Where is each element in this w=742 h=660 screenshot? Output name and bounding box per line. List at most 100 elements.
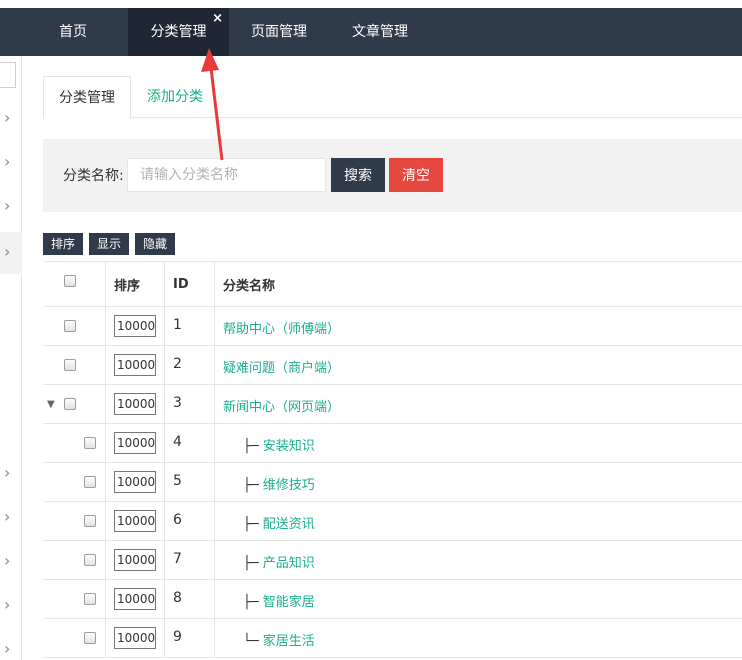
- column-divider: [214, 580, 215, 618]
- category-name-link[interactable]: ├─ 智能家居: [243, 591, 315, 610]
- category-name[interactable]: 帮助中心（师傅端）: [223, 322, 340, 337]
- row-checkbox[interactable]: [84, 515, 96, 527]
- table-row: ▼ 10000 3 新闻中心（网页端）: [43, 385, 742, 424]
- sub-tab-add-category[interactable]: 添加分类: [135, 76, 215, 118]
- column-divider: [105, 424, 106, 462]
- chevron-right-icon[interactable]: ›: [4, 242, 16, 262]
- nav-tab-page-manage[interactable]: 页面管理: [239, 8, 319, 56]
- sort-order-input[interactable]: 10000: [114, 471, 156, 493]
- row-checkbox[interactable]: [84, 593, 96, 605]
- sort-order-input[interactable]: 10000: [114, 432, 156, 454]
- sub-tab-category-manage[interactable]: 分类管理: [43, 76, 131, 119]
- column-divider: [164, 262, 165, 306]
- chevron-right-icon[interactable]: ›: [4, 639, 16, 659]
- category-name[interactable]: 维修技巧: [263, 478, 315, 493]
- table-header-row: 排序 ID 分类名称: [43, 262, 742, 307]
- nav-tab-article-manage[interactable]: 文章管理: [340, 8, 420, 56]
- column-divider: [214, 541, 215, 579]
- nav-tab-label: 分类管理: [150, 24, 207, 40]
- row-checkbox[interactable]: [64, 320, 76, 332]
- nav-tab-category-manage[interactable]: 分类管理 ×: [128, 8, 229, 56]
- chevron-right-icon[interactable]: ›: [4, 507, 16, 527]
- column-divider: [164, 502, 165, 540]
- column-divider: [105, 580, 106, 618]
- category-name[interactable]: 安装知识: [263, 439, 315, 454]
- sidebar-toggle[interactable]: [0, 62, 16, 88]
- search-button[interactable]: 搜索: [331, 158, 385, 192]
- category-name-link[interactable]: 帮助中心（师傅端）: [223, 318, 340, 337]
- category-name[interactable]: 新闻中心（网页端）: [223, 400, 340, 415]
- category-name-link[interactable]: ├─ 配送资讯: [243, 513, 315, 532]
- column-divider: [105, 541, 106, 579]
- row-id: 8: [173, 590, 182, 606]
- sort-order-input[interactable]: 10000: [114, 549, 156, 571]
- row-id: 9: [173, 629, 182, 645]
- row-id: 1: [173, 317, 182, 333]
- column-divider: [105, 346, 106, 384]
- search-input[interactable]: [127, 158, 326, 192]
- chevron-right-icon[interactable]: ›: [4, 595, 16, 615]
- category-name-link[interactable]: ├─ 安装知识: [243, 435, 315, 454]
- row-checkbox[interactable]: [84, 476, 96, 488]
- category-name-link[interactable]: 新闻中心（网页端）: [223, 396, 340, 415]
- header-category-name[interactable]: 分类名称: [223, 262, 275, 306]
- chevron-right-icon[interactable]: ›: [4, 108, 16, 128]
- category-name[interactable]: 配送资讯: [263, 517, 315, 532]
- header-id[interactable]: ID: [173, 262, 189, 306]
- header-sort[interactable]: 排序: [114, 262, 140, 306]
- row-checkbox[interactable]: [84, 554, 96, 566]
- row-id: 3: [173, 395, 182, 411]
- category-table: 排序 ID 分类名称 10000 1 帮助中心（师傅端） 10000 2 疑难问…: [43, 261, 742, 658]
- column-divider: [164, 424, 165, 462]
- clear-button[interactable]: 清空: [389, 158, 443, 192]
- sidebar: › › › › › › › › ›: [0, 56, 22, 660]
- close-icon[interactable]: ×: [212, 0, 223, 43]
- chevron-right-icon[interactable]: ›: [4, 196, 16, 216]
- category-name-link[interactable]: ├─ 产品知识: [243, 552, 315, 571]
- category-name-link[interactable]: 疑难问题（商户端）: [223, 357, 340, 376]
- column-divider: [105, 502, 106, 540]
- category-name[interactable]: 家居生活: [263, 634, 315, 649]
- select-all-checkbox[interactable]: [64, 275, 76, 287]
- table-row: 10000 9 └─ 家居生活: [43, 619, 742, 658]
- show-button[interactable]: 显示: [89, 233, 130, 255]
- chevron-right-icon[interactable]: ›: [4, 551, 16, 571]
- category-name-link[interactable]: └─ 家居生活: [243, 630, 315, 649]
- category-name[interactable]: 产品知识: [263, 556, 315, 571]
- category-name-link[interactable]: ├─ 维修技巧: [243, 474, 315, 493]
- hide-button[interactable]: 隐藏: [135, 233, 176, 255]
- column-divider: [105, 307, 106, 345]
- sort-button[interactable]: 排序: [43, 233, 84, 255]
- row-checkbox[interactable]: [84, 437, 96, 449]
- column-divider: [105, 385, 106, 423]
- nav-tab-home[interactable]: 首页: [40, 8, 106, 56]
- tree-prefix: ├─: [243, 595, 263, 610]
- sort-order-input[interactable]: 10000: [114, 510, 156, 532]
- sort-order-input[interactable]: 10000: [114, 588, 156, 610]
- sort-order-input[interactable]: 10000: [114, 354, 156, 376]
- tree-prefix: ├─: [243, 439, 263, 454]
- tree-prefix: ├─: [243, 556, 263, 571]
- row-id: 5: [173, 473, 182, 489]
- table-row: 10000 7 ├─ 产品知识: [43, 541, 742, 580]
- column-divider: [214, 385, 215, 423]
- column-divider: [214, 502, 215, 540]
- row-checkbox[interactable]: [64, 359, 76, 371]
- sort-order-input[interactable]: 10000: [114, 393, 156, 415]
- top-nav-inner: 首页 分类管理 × 页面管理 文章管理: [0, 8, 742, 56]
- chevron-right-icon[interactable]: ›: [4, 463, 16, 483]
- category-name[interactable]: 智能家居: [263, 595, 315, 610]
- category-name[interactable]: 疑难问题（商户端）: [223, 361, 340, 376]
- caret-down-icon[interactable]: ▼: [47, 400, 57, 410]
- row-checkbox[interactable]: [64, 398, 76, 410]
- column-divider: [214, 262, 215, 306]
- table-row: 10000 5 ├─ 维修技巧: [43, 463, 742, 502]
- sort-order-input[interactable]: 10000: [114, 315, 156, 337]
- column-divider: [164, 307, 165, 345]
- column-divider: [105, 463, 106, 501]
- tree-prefix: ├─: [243, 517, 263, 532]
- chevron-right-icon[interactable]: ›: [4, 152, 16, 172]
- sort-order-input[interactable]: 10000: [114, 627, 156, 649]
- row-checkbox[interactable]: [84, 632, 96, 644]
- column-divider: [164, 619, 165, 657]
